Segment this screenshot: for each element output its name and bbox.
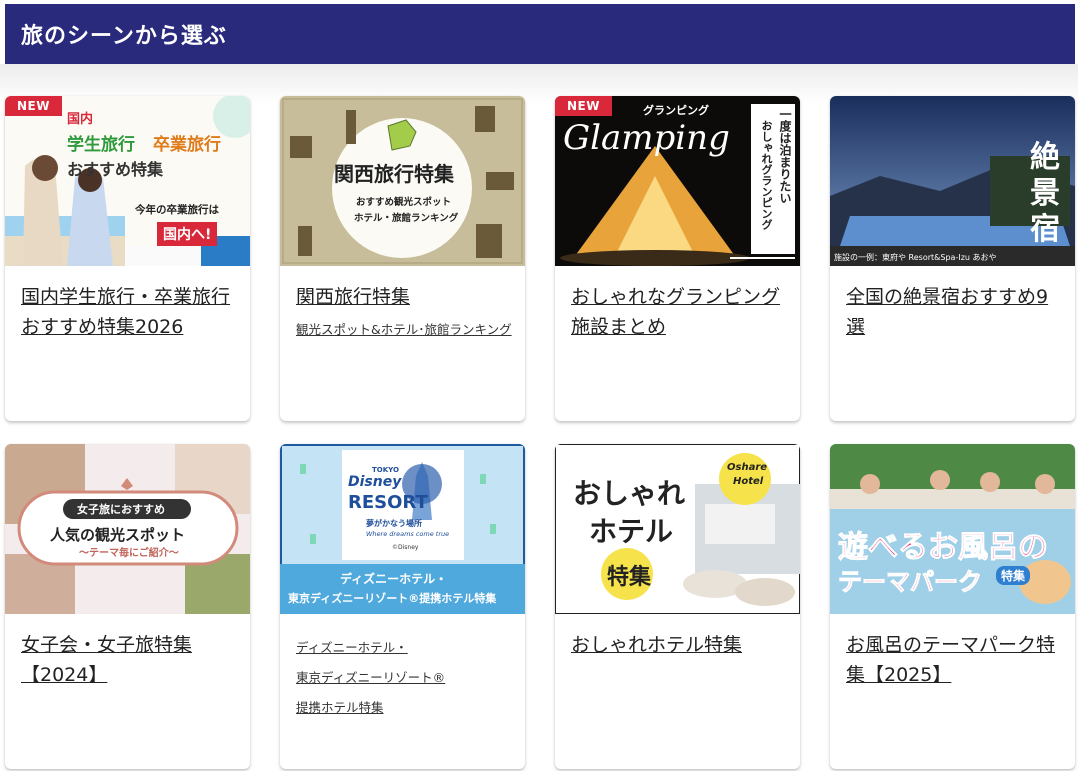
- card-ofuro-park[interactable]: 遊べるお風呂の テーマパーク 特集 お風呂のテーマパーク特集【2025】: [830, 444, 1075, 769]
- card-title-link[interactable]: おしゃれホテル特集: [571, 630, 786, 660]
- img-text: 国内へ!: [157, 222, 218, 246]
- img-text: 学生旅行: [67, 135, 135, 155]
- card-image-student-travel[interactable]: 国内 学生旅行 卒業旅行 おすすめ特集 今年の卒業旅行は 国内へ!: [5, 96, 250, 266]
- img-text: 東京ディズニーリゾート®提携ホテル特集: [288, 592, 497, 605]
- img-text: 〜テーマ毎にご紹介〜: [79, 548, 179, 559]
- card-title-link[interactable]: ディズニーホテル・: [296, 633, 516, 663]
- img-text: 遊べるお風呂の: [838, 530, 1049, 566]
- card-joshitabi[interactable]: 女子旅におすすめ 人気の観光スポット 〜テーマ毎にご紹介〜 女子会・女子旅特集【…: [5, 444, 250, 769]
- img-caption: 施設の一例：東府や Resort&Spa-Izu あおや: [834, 253, 997, 262]
- new-badge: NEW: [5, 96, 62, 116]
- card-image-zekkei[interactable]: 絶 景 宿 施設の一例：東府や Resort&Spa-Izu あおや: [830, 96, 1075, 266]
- img-text: おしゃれ: [573, 477, 686, 510]
- img-text: Glamping: [563, 118, 730, 158]
- card-image-kansai[interactable]: 関西旅行特集 おすすめ観光スポット ホテル・旅館ランキング: [280, 96, 525, 266]
- card-title-link[interactable]: おしゃれなグランピング施設まとめ: [571, 282, 786, 342]
- page-title: 旅のシーンから選ぶ: [5, 4, 1075, 64]
- card-title-link[interactable]: お風呂のテーマパーク特集【2025】: [846, 630, 1061, 690]
- card-image-disney[interactable]: TOKYO Disney RESORT 夢がかなう場所 Where dreams…: [280, 444, 525, 614]
- card-disney[interactable]: TOKYO Disney RESORT 夢がかなう場所 Where dreams…: [280, 444, 525, 769]
- img-text: おすすめ観光スポット: [356, 197, 452, 208]
- card-zekkei[interactable]: 絶 景 宿 施設の一例：東府や Resort&Spa-Izu あおや 全国の絶景…: [830, 96, 1075, 421]
- card-title-link[interactable]: 国内学生旅行・卒業旅行おすすめ特集2026: [21, 282, 236, 342]
- card-subtitle-link[interactable]: 観光スポット&ホテル･旅館ランキング: [296, 315, 516, 345]
- card-title-link[interactable]: 全国の絶景宿おすすめ9選: [846, 282, 1061, 342]
- img-text: 人気の観光スポット: [50, 526, 186, 544]
- img-text: Disney: [348, 474, 402, 490]
- img-text: 今年の卒業旅行は: [135, 204, 219, 216]
- card-image-oshare-hotel[interactable]: おしゃれ ホテル 特集 Oshare Hotel: [555, 444, 800, 614]
- img-text: 宿: [1030, 212, 1060, 247]
- img-text: ディズニーホテル・: [340, 572, 448, 586]
- img-text: おしゃれグランピング: [760, 120, 773, 230]
- card-title-link[interactable]: 東京ディズニーリゾート®: [296, 663, 516, 693]
- img-text: 特集: [607, 565, 652, 590]
- img-text: TOKYO: [372, 466, 399, 474]
- card-image-glamping[interactable]: グランピング Glamping 一度は泊まりたい おしゃれグランピング: [555, 96, 800, 266]
- img-text: 夢がかなう場所: [366, 519, 422, 528]
- img-text: ホテル: [589, 515, 674, 548]
- img-text: グランピング: [643, 104, 709, 117]
- card-title-link[interactable]: 提携ホテル特集: [296, 693, 516, 723]
- img-text: 関西旅行特集: [334, 162, 454, 186]
- img-text: ホテル・旅館ランキング: [354, 213, 459, 224]
- card-oshare-hotel[interactable]: おしゃれ ホテル 特集 Oshare Hotel おしゃれホテル特集: [555, 444, 800, 769]
- img-text: おすすめ特集: [67, 160, 164, 179]
- img-text: 特集: [996, 566, 1031, 585]
- img-text: 国内: [67, 112, 94, 127]
- card-student-travel[interactable]: 国内 学生旅行 卒業旅行 おすすめ特集 今年の卒業旅行は 国内へ! NEW 国内…: [5, 96, 250, 421]
- card-title-link[interactable]: 関西旅行特集: [296, 282, 511, 312]
- img-text: 卒業旅行: [153, 135, 221, 155]
- img-text: Hotel: [733, 476, 764, 487]
- card-kansai[interactable]: 関西旅行特集 おすすめ観光スポット ホテル・旅館ランキング 関西旅行特集 観光ス…: [280, 96, 525, 421]
- img-text: Where dreams come true: [366, 530, 450, 538]
- card-glamping[interactable]: グランピング Glamping 一度は泊まりたい おしゃれグランピング NEW …: [555, 96, 800, 421]
- card-title-link[interactable]: 女子会・女子旅特集【2024】: [21, 630, 236, 690]
- card-image-ofuro-park[interactable]: 遊べるお風呂の テーマパーク 特集: [830, 444, 1075, 614]
- img-text: ©Disney: [392, 544, 419, 551]
- img-text: 一度は泊まりたい: [778, 108, 792, 204]
- img-text: テーマパーク: [838, 568, 983, 597]
- img-text: RESORT: [348, 492, 428, 513]
- card-image-joshitabi[interactable]: 女子旅におすすめ 人気の観光スポット 〜テーマ毎にご紹介〜: [5, 444, 250, 614]
- img-text: Oshare: [727, 462, 768, 473]
- new-badge: NEW: [555, 96, 612, 116]
- img-text: 女子旅におすすめ: [77, 503, 165, 516]
